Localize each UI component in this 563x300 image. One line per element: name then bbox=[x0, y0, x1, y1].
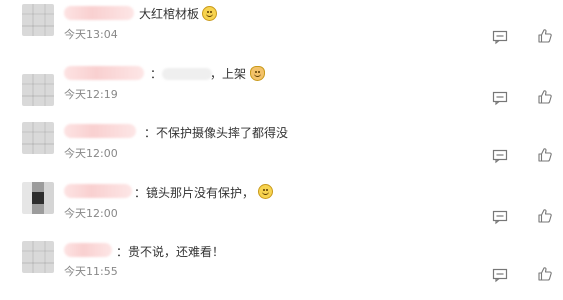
avatar[interactable] bbox=[22, 74, 54, 106]
comment-time: 今天12:00 bbox=[64, 147, 118, 160]
username-blurred[interactable] bbox=[64, 124, 136, 138]
comment-time: 今天11:55 bbox=[64, 265, 118, 278]
comment-reply-icon[interactable] bbox=[492, 148, 508, 164]
thumbs-up-icon[interactable] bbox=[537, 89, 553, 105]
comment-text: ：镜头那片没有保护， bbox=[134, 186, 255, 200]
avatar[interactable] bbox=[22, 122, 54, 154]
comment-reply-icon[interactable] bbox=[492, 209, 508, 225]
cat-emoji-icon bbox=[250, 66, 265, 81]
thumbs-up-icon[interactable] bbox=[537, 208, 553, 224]
comment-time: 今天12:19 bbox=[64, 88, 118, 101]
username-blurred[interactable] bbox=[64, 6, 134, 20]
avatar[interactable] bbox=[22, 182, 54, 214]
comment-item: ：贵不说，还难看！ 今天11:55 bbox=[0, 236, 563, 294]
thumbs-up-icon[interactable] bbox=[537, 266, 553, 282]
sweat-smile-emoji-icon bbox=[258, 184, 273, 199]
comment-time: 今天12:00 bbox=[64, 207, 118, 220]
avatar[interactable] bbox=[22, 4, 54, 36]
comment-item: ： ，上架 今天12:19 bbox=[0, 58, 563, 116]
comment-reply-icon[interactable] bbox=[492, 29, 508, 45]
comment-text: ：不保护摄像头摔了都得没 bbox=[144, 126, 289, 140]
username-blurred[interactable] bbox=[64, 66, 144, 80]
avatar[interactable] bbox=[22, 241, 54, 273]
comment-text: 大红棺材板 bbox=[139, 7, 200, 21]
username-blurred[interactable] bbox=[64, 184, 132, 198]
thumbs-up-icon[interactable] bbox=[537, 28, 553, 44]
comment-text: ： bbox=[150, 67, 163, 81]
comment-time: 今天13:04 bbox=[64, 28, 118, 41]
mention-blurred bbox=[162, 68, 212, 80]
thumbs-up-icon[interactable] bbox=[537, 147, 553, 163]
username-blurred[interactable] bbox=[64, 243, 112, 257]
comment-reply-icon[interactable] bbox=[492, 90, 508, 106]
comment-item: ：不保护摄像头摔了都得没 今天12:00 bbox=[0, 118, 563, 176]
laughing-emoji-icon bbox=[202, 6, 217, 21]
comment-text: ：贵不说，还难看！ bbox=[116, 245, 225, 259]
comment-item: ：镜头那片没有保护， 今天12:00 bbox=[0, 178, 563, 236]
comment-reply-icon[interactable] bbox=[492, 267, 508, 283]
comment-item: 大红棺材板 今天13:04 bbox=[0, 0, 563, 58]
comment-text-tail: ，上架 bbox=[210, 67, 247, 81]
